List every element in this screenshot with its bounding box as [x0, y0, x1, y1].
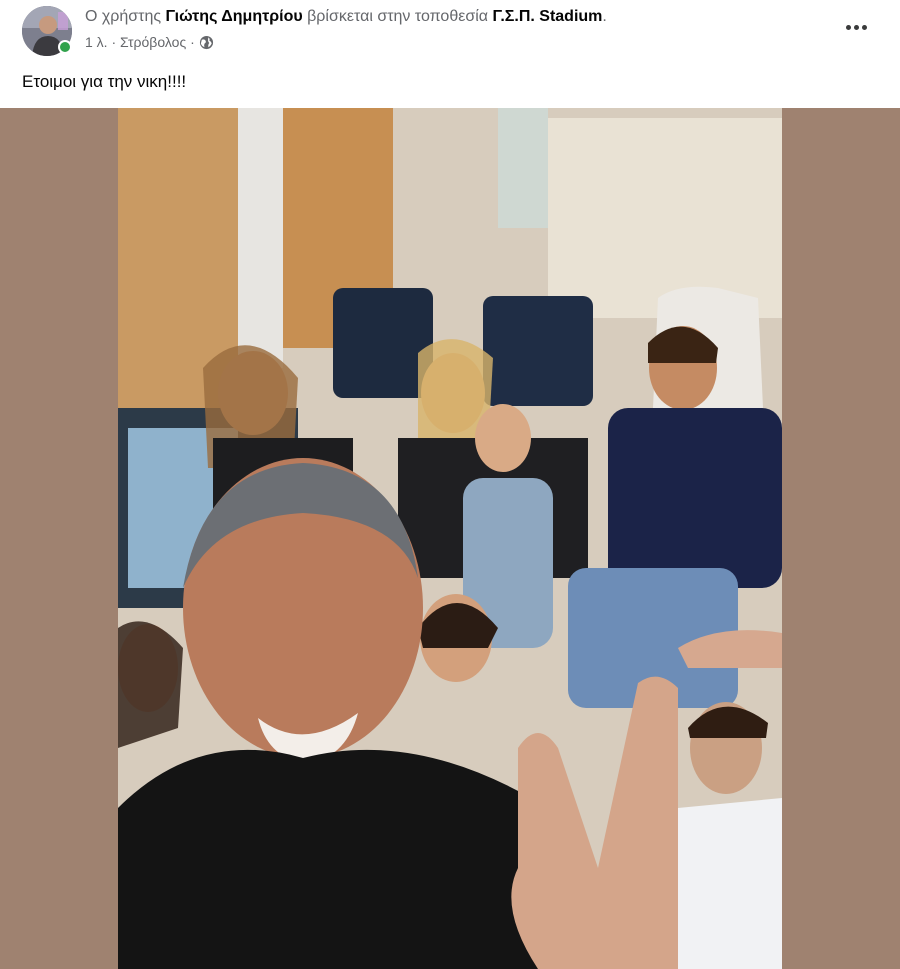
location-link[interactable]: Γ.Σ.Π. Stadium: [492, 8, 602, 25]
meta-separator-2: ·: [190, 34, 195, 50]
feed-post: Ο χρήστης Γιώτης Δημητρίου βρίσκεται στη…: [0, 0, 900, 969]
post-caption: Ετοιμοι για την νικη!!!!: [22, 72, 187, 91]
author-name-link[interactable]: Γιώτης Δημητρίου: [166, 8, 303, 25]
online-status-dot: [58, 40, 72, 54]
post-place[interactable]: Στρόβολος: [120, 32, 186, 52]
globe-icon[interactable]: [199, 35, 214, 50]
headline-prefix: Ο χρήστης: [85, 8, 166, 25]
post-meta: 1 λ. · Στρόβολος ·: [85, 32, 214, 52]
post-timestamp[interactable]: 1 λ.: [85, 32, 108, 52]
more-options-button[interactable]: [840, 14, 872, 40]
post-media[interactable]: [0, 108, 900, 969]
meta-separator-1: ·: [111, 34, 117, 50]
post-header: Ο χρήστης Γιώτης Δημητρίου βρίσκεται στη…: [0, 0, 900, 62]
headline-suffix: .: [602, 8, 607, 25]
more-options-icon: [845, 24, 851, 30]
post-photo[interactable]: [118, 108, 782, 969]
post-headline: Ο χρήστης Γιώτης Δημητρίου βρίσκεται στη…: [85, 6, 607, 28]
headline-location-prefix: βρίσκεται στην τοποθεσία: [302, 8, 493, 25]
